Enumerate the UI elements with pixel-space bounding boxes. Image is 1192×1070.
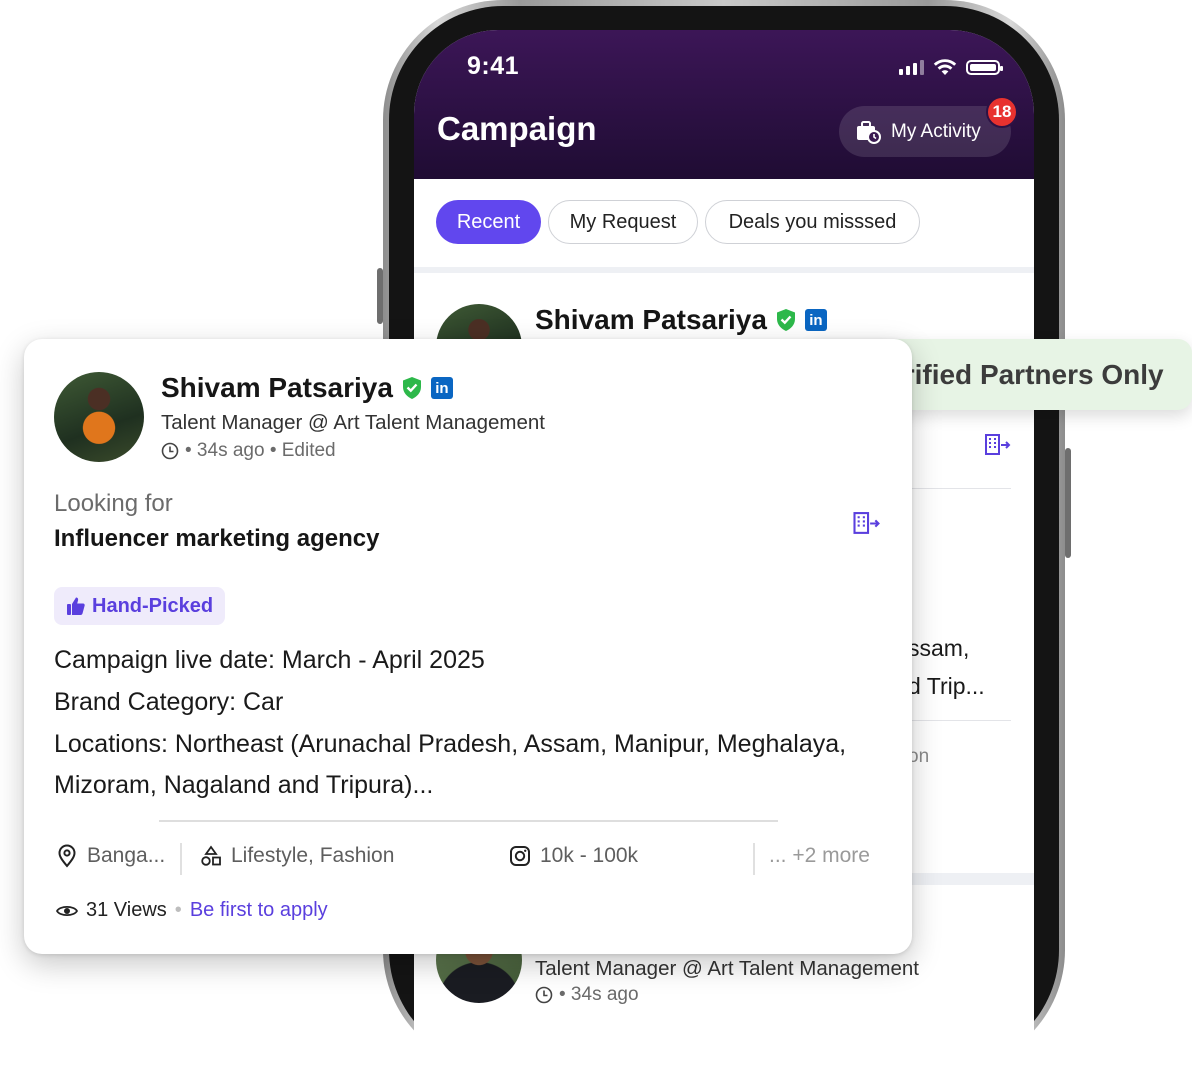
campaign-detail-line: Brand Category: Car [54, 688, 284, 716]
page-title: Campaign [437, 110, 597, 147]
campaign-detail-line: Campaign live date: March - April 2025 [54, 646, 485, 674]
status-time: 9:41 [467, 52, 520, 80]
verified-partners-label: Verified Partners Only [871, 358, 1164, 390]
tab-deals-missed[interactable]: Deals you misssed [705, 200, 920, 244]
card-timestamp: • 34s ago • Edited [185, 440, 336, 461]
signal-icon [899, 59, 924, 75]
verified-shield-icon [402, 377, 421, 399]
my-activity-label: My Activity [891, 120, 981, 142]
wifi-icon [933, 59, 957, 75]
more-stat[interactable]: ... +2 more [769, 844, 870, 868]
clock-icon [535, 986, 553, 1004]
looking-for-value: Influencer marketing agency [54, 525, 380, 552]
card-name-row: Shivam Patsariya in [161, 372, 453, 404]
location-value: Banga... [87, 844, 166, 867]
tab-recent[interactable]: Recent [436, 200, 541, 244]
feed-card-meta: • 34s ago [535, 984, 639, 1006]
card-author-subtitle: Talent Manager @ Art Talent Management [161, 411, 545, 434]
category-stat: Lifestyle, Fashion [200, 844, 394, 868]
instagram-icon [510, 846, 530, 866]
card-author-name: Shivam Patsariya [161, 372, 393, 403]
clock-icon [161, 442, 179, 460]
stat-separator [180, 843, 182, 875]
eye-icon [56, 905, 78, 916]
followers-value: 10k - 100k [540, 844, 639, 867]
linkedin-icon[interactable]: in [430, 377, 453, 399]
tab-bar: Recent My Request Deals you misssed [414, 179, 1034, 267]
verified-shield-icon [776, 309, 795, 331]
looking-for-label: Looking for [54, 490, 173, 517]
card-meta: • 34s ago • Edited [161, 440, 336, 462]
location-stat: Banga... [56, 844, 165, 868]
app-header: 9:41 Campaign My Activity 18 [414, 30, 1034, 179]
campaign-detail-line: Locations: Northeast (Arunachal Pradesh,… [54, 730, 847, 758]
status-icons [899, 58, 1003, 76]
views-row: 31 Views • Be first to apply [56, 899, 328, 922]
activity-count-badge: 18 [986, 96, 1018, 128]
feed-card-subtitle: Talent Manager @ Art Talent Management [535, 957, 919, 980]
phone-volume-button [377, 268, 383, 324]
be-first-to-apply-link[interactable]: Be first to apply [190, 899, 328, 922]
feed-card-partial-line: d Trip... [908, 673, 985, 699]
hand-picked-tag: Hand-Picked [54, 587, 226, 625]
shapes-icon [201, 845, 221, 866]
thumbs-up-icon [67, 597, 85, 615]
battery-icon [966, 59, 1003, 75]
phone-power-button [1065, 448, 1071, 558]
views-count: 31 Views [86, 899, 167, 921]
feed-card-partial-line: ssam, [908, 635, 970, 661]
building-exit-icon[interactable] [984, 433, 1012, 457]
card-divider [159, 820, 778, 822]
hand-picked-label: Hand-Picked [92, 594, 214, 617]
followers-stat: 10k - 100k [509, 844, 638, 868]
location-pin-icon [58, 844, 76, 868]
stat-separator [753, 843, 755, 875]
category-value: Lifestyle, Fashion [231, 844, 395, 867]
feed-card-timestamp: • 34s ago [559, 984, 639, 1005]
linkedin-icon[interactable]: in [804, 309, 827, 331]
feed-card-name: Shivam Patsariya [535, 304, 767, 335]
briefcase-clock-icon [857, 120, 881, 144]
campaign-card[interactable]: Shivam Patsariya in Talent Manager @ Art… [24, 339, 912, 954]
building-exit-icon[interactable] [852, 511, 882, 536]
more-link[interactable]: ... +2 more [769, 844, 870, 868]
avatar [54, 372, 144, 462]
dot-separator: • [174, 899, 182, 921]
feed-card-name-row: Shivam Patsariya in [535, 304, 827, 336]
campaign-detail-line: Mizoram, Nagaland and Tripura)... [54, 771, 434, 799]
tab-my-request[interactable]: My Request [548, 200, 698, 244]
